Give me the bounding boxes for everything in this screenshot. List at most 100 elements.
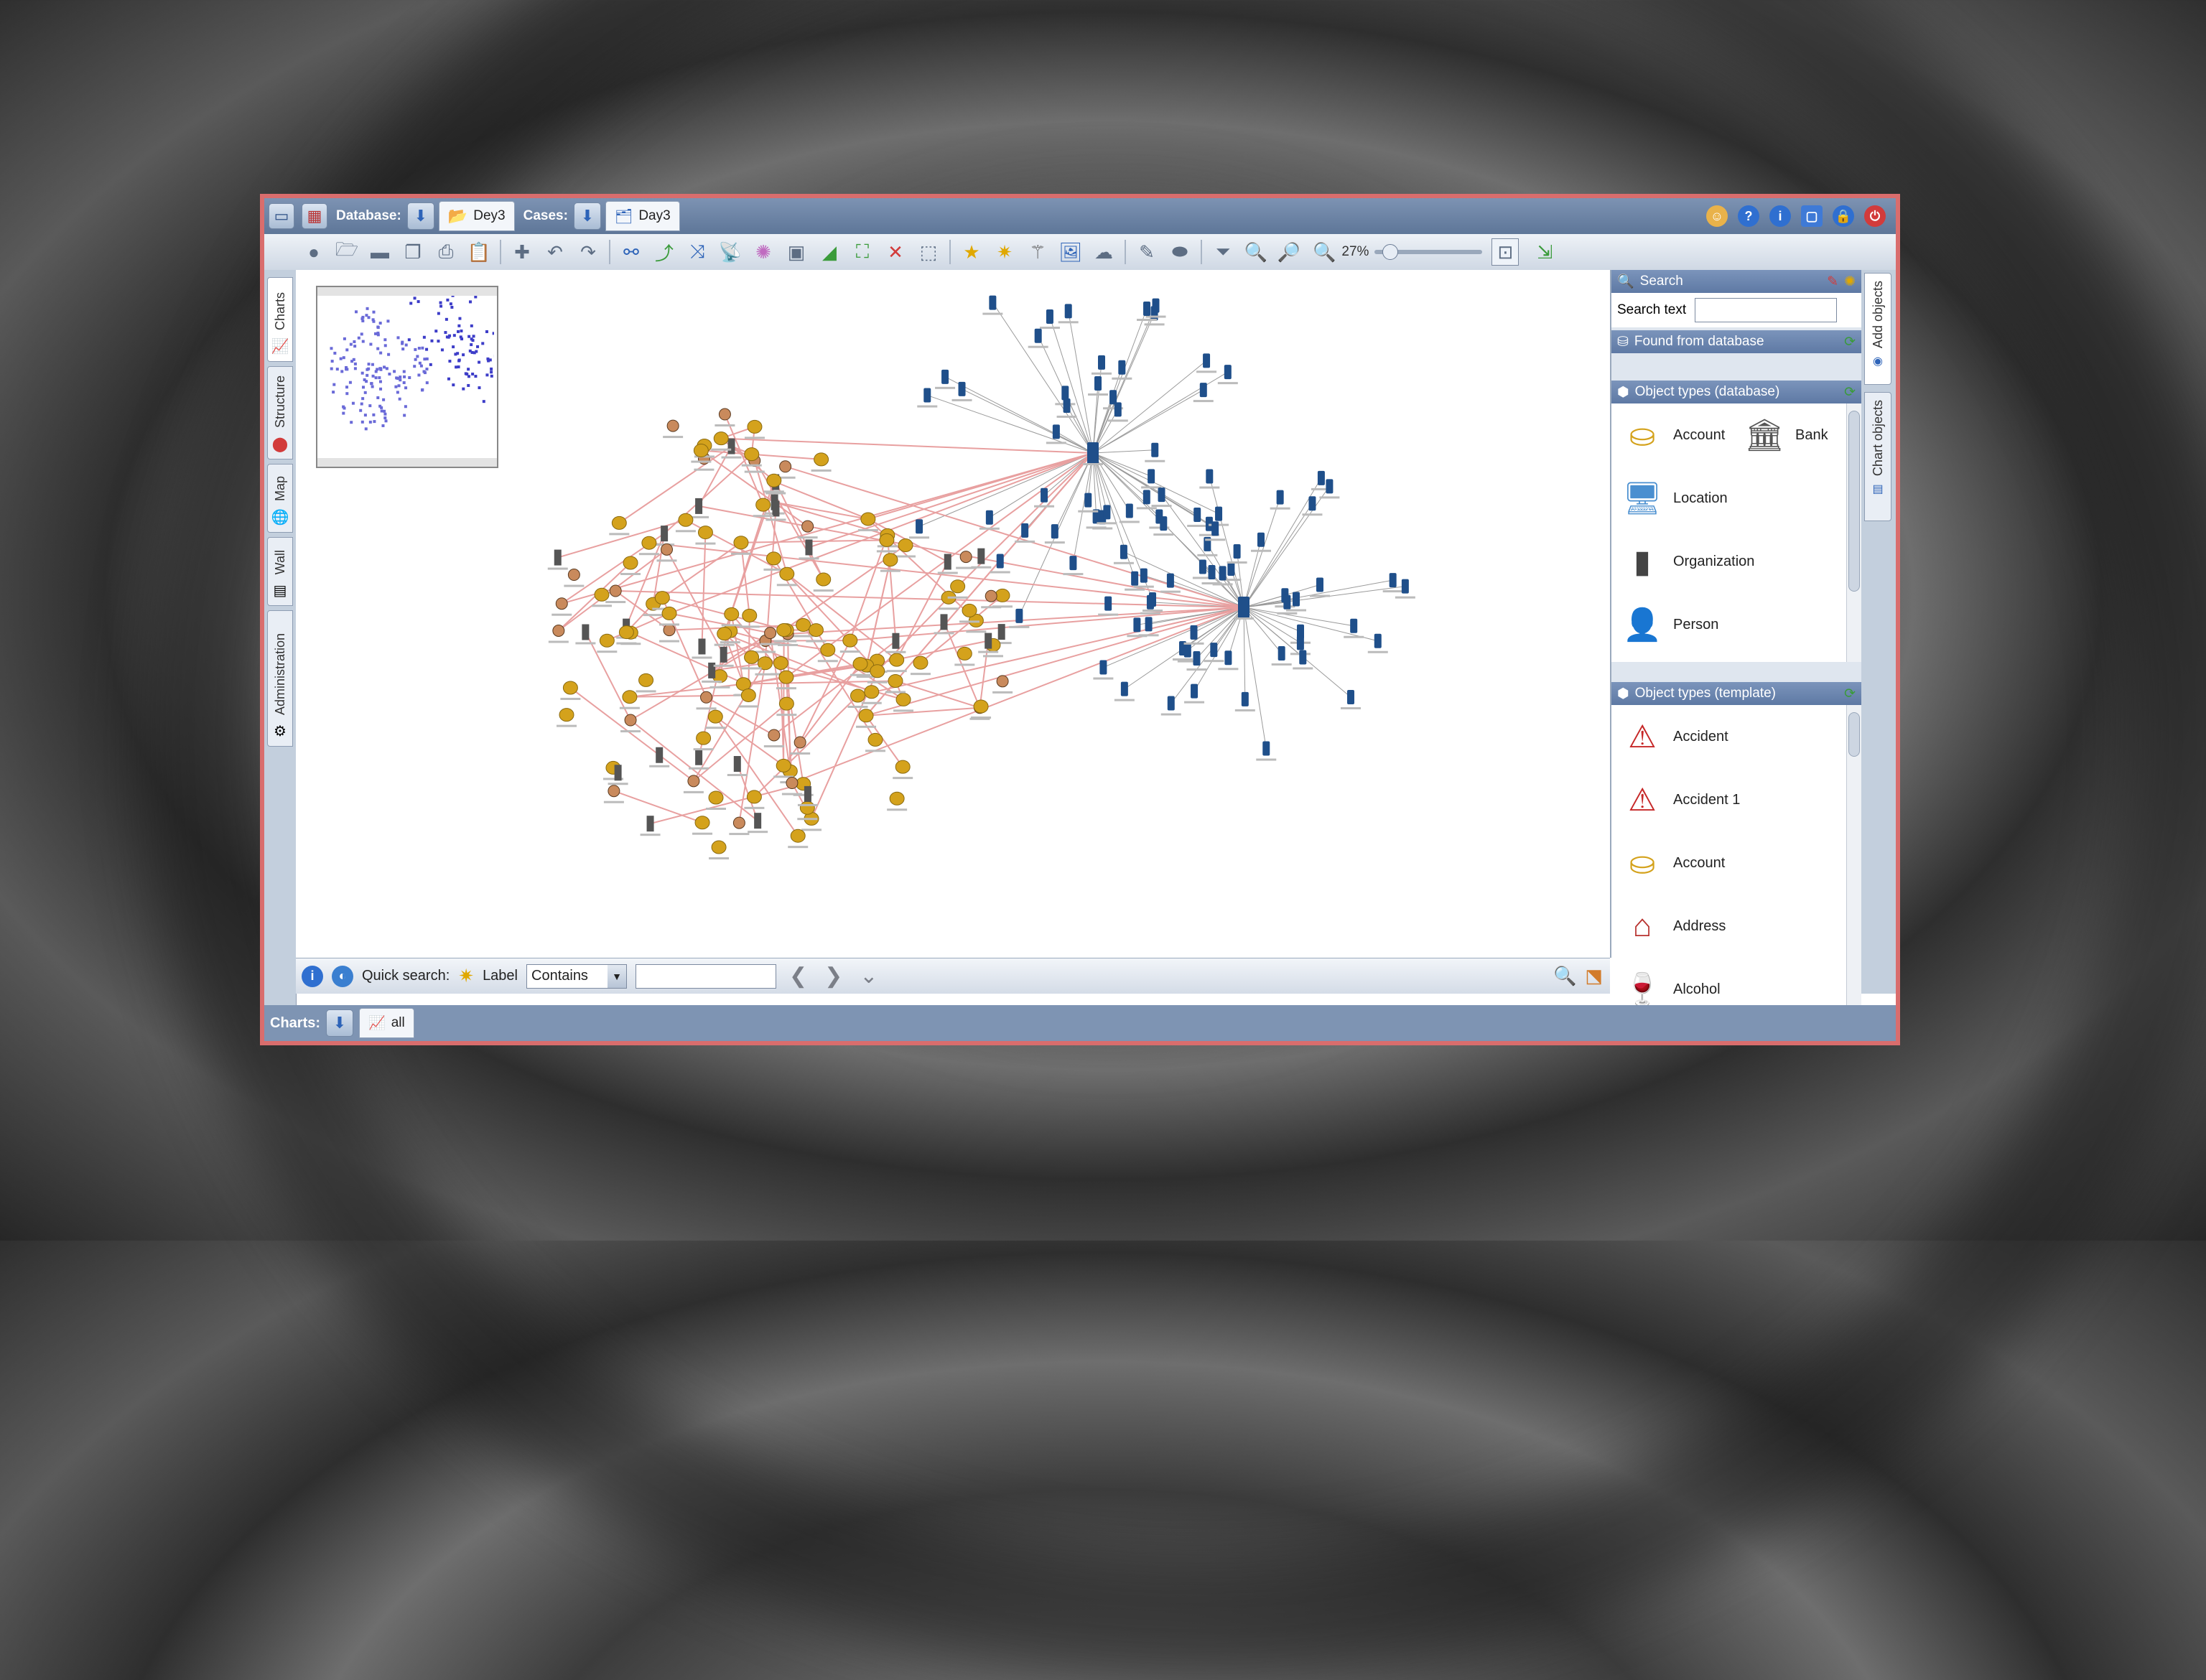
database-dropdown-button[interactable]: ⬇ — [407, 202, 434, 230]
window-menu-icon[interactable]: ▭ — [269, 203, 294, 229]
pin-layout-icon[interactable]: ✕ — [883, 239, 908, 265]
signal-icon[interactable]: 📡 — [717, 239, 743, 265]
account-node[interactable] — [811, 453, 832, 472]
redo-icon[interactable]: ↷ — [575, 239, 601, 265]
account-node[interactable] — [911, 656, 931, 675]
quick-search-input[interactable] — [636, 964, 776, 989]
phone-node[interactable] — [1196, 353, 1216, 373]
phone-node[interactable] — [1063, 556, 1083, 575]
object-type-bank[interactable]: 🏛 Bank — [1744, 403, 1828, 467]
charts-dropdown-button[interactable]: ⬇ — [326, 1009, 353, 1037]
power-icon[interactable]: ⏻ — [1864, 205, 1886, 227]
filter-icon[interactable]: ⏷ — [1210, 239, 1236, 265]
phone-node[interactable] — [982, 296, 1002, 315]
hierarchy-layout-icon[interactable]: ⚯ — [618, 239, 644, 265]
object-type-account[interactable]: ⛀ Account — [1611, 403, 1744, 467]
phone-node[interactable] — [1341, 690, 1361, 709]
person-node[interactable] — [684, 775, 704, 793]
clear-search-icon[interactable]: ✎ — [1827, 274, 1838, 290]
person-node[interactable] — [715, 409, 735, 426]
refresh-icon[interactable]: ⟳ — [1844, 384, 1856, 401]
account-node[interactable] — [887, 653, 907, 672]
account-node[interactable] — [865, 733, 885, 752]
lock-icon[interactable]: 🔒 — [1833, 205, 1854, 227]
zoom-slider-knob[interactable] — [1382, 244, 1398, 260]
splitter[interactable] — [1611, 353, 1861, 381]
phone-node[interactable] — [1302, 496, 1322, 515]
highlight-icon[interactable]: ✷ — [992, 239, 1018, 265]
phone-node[interactable] — [1218, 365, 1238, 384]
phone-node[interactable] — [1368, 634, 1388, 653]
account-node[interactable] — [709, 841, 729, 859]
add-icon[interactable]: ✚ — [509, 239, 535, 265]
organization-node[interactable] — [641, 816, 661, 836]
cases-tab[interactable]: 🗂 Day3 — [605, 201, 680, 231]
phone-node[interactable] — [1114, 682, 1135, 701]
link-tool-icon[interactable]: ⤴ — [651, 239, 677, 265]
phone-node[interactable] — [1139, 617, 1159, 636]
phone-node[interactable] — [1114, 545, 1134, 564]
cases-dropdown-button[interactable]: ⬇ — [574, 202, 601, 230]
scrollbar-thumb[interactable] — [1848, 411, 1860, 592]
phone-node[interactable] — [1310, 578, 1330, 597]
phone-node[interactable] — [1141, 469, 1161, 488]
phone-node[interactable] — [1040, 309, 1060, 329]
phone-node[interactable] — [1058, 304, 1079, 323]
cloud-icon[interactable]: ☁ — [1091, 239, 1117, 265]
phone-node[interactable] — [1270, 490, 1290, 510]
tab-wall[interactable]: Wall ▤ — [267, 537, 293, 606]
object-type-accident-1[interactable]: ⚠ Accident 1 — [1611, 768, 1861, 831]
phone-node[interactable] — [1045, 524, 1065, 543]
image-search-icon[interactable]: 🖼 — [1058, 239, 1084, 265]
operator-select[interactable]: Contains ▼ — [526, 964, 627, 989]
export-icon[interactable]: ⇲ — [1532, 239, 1558, 265]
phone-node[interactable] — [1112, 360, 1132, 380]
phone-node[interactable] — [1057, 398, 1077, 418]
organization-node[interactable] — [548, 550, 568, 570]
phone-node[interactable] — [1145, 443, 1165, 462]
globe-search-icon[interactable]: ◐ — [332, 966, 353, 987]
search-icon[interactable]: 🔍 — [1553, 965, 1576, 987]
scrollbar-thumb[interactable] — [1848, 712, 1860, 757]
database-tab[interactable]: 📂 Dey3 — [439, 201, 515, 231]
account-node[interactable] — [788, 829, 808, 848]
refresh-icon[interactable]: ⟳ — [1844, 334, 1856, 350]
tab-add-objects[interactable]: Add objects ◉ — [1864, 273, 1891, 385]
phone-node[interactable] — [1034, 488, 1054, 508]
account-node[interactable] — [694, 732, 714, 750]
undo-icon[interactable]: ↶ — [542, 239, 568, 265]
person-node[interactable] — [729, 817, 749, 835]
person-node[interactable] — [764, 729, 784, 747]
person-node[interactable] — [552, 598, 572, 616]
person-node[interactable] — [564, 569, 584, 587]
search-settings-icon[interactable]: ✺ — [1844, 274, 1856, 290]
account-node[interactable] — [636, 673, 656, 692]
account-node[interactable] — [560, 681, 580, 700]
phone-node[interactable] — [1395, 579, 1415, 599]
phone-node[interactable] — [952, 382, 972, 401]
phone-node[interactable] — [1256, 742, 1276, 761]
found-from-database-header[interactable]: ⛁ Found from database ⟳ — [1611, 330, 1861, 353]
object-type-address[interactable]: ⌂ Address — [1611, 895, 1861, 958]
next-result-icon[interactable]: ❯ — [824, 963, 842, 989]
tab-chart-objects[interactable]: Chart objects ▤ — [1864, 392, 1891, 521]
overview-minimap[interactable] — [316, 286, 498, 468]
magic-wand-icon[interactable]: ⚚ — [1025, 239, 1051, 265]
phone-node[interactable] — [1088, 376, 1108, 396]
chart-canvas[interactable] — [296, 270, 1611, 958]
info-icon[interactable]: i — [1769, 205, 1791, 227]
fit-layout-icon[interactable]: ⛶ — [850, 239, 875, 265]
person-node[interactable] — [659, 625, 679, 643]
phone-node[interactable] — [1046, 424, 1066, 444]
phone-node[interactable] — [1199, 470, 1219, 489]
refresh-icon[interactable]: ⟳ — [1844, 686, 1856, 702]
open-chart-icon[interactable]: 🗁 — [334, 239, 360, 265]
splitter[interactable] — [1611, 662, 1861, 682]
select-frame-icon[interactable]: ⬚ — [916, 239, 941, 265]
frame-icon[interactable]: ▣ — [783, 239, 809, 265]
shape-icon[interactable]: ⬬ — [1167, 239, 1193, 265]
palette-icon[interactable]: ✺ — [750, 239, 776, 265]
grid-view-icon[interactable]: ▦ — [302, 203, 327, 229]
account-node[interactable] — [887, 792, 907, 811]
phone-node[interactable] — [1028, 329, 1048, 348]
